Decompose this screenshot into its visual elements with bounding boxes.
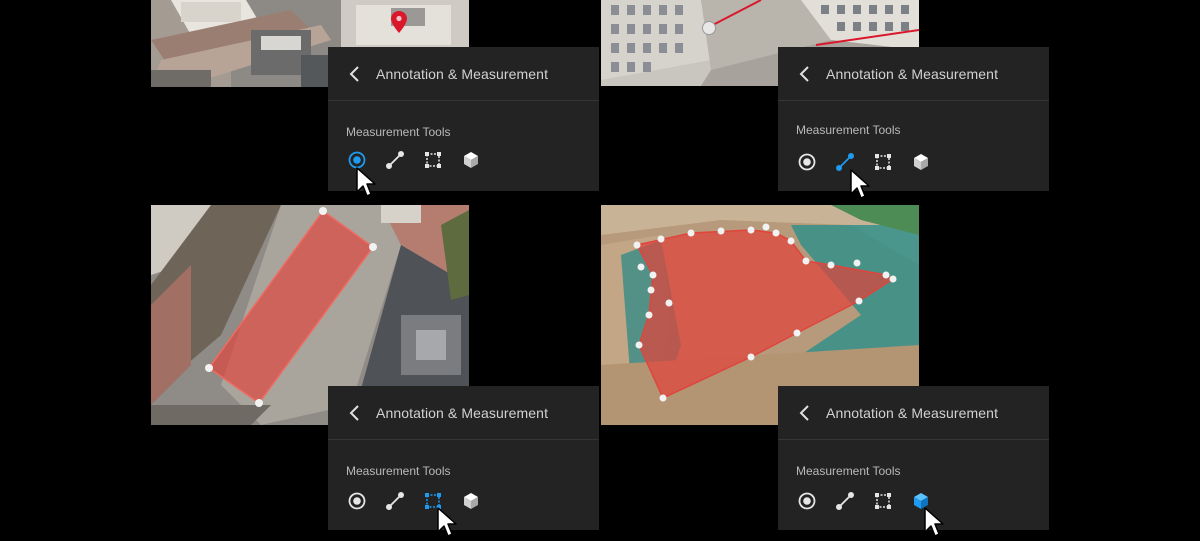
distance-measure-icon [836,492,854,510]
area-measure-button[interactable] [422,149,444,171]
measurement-tools-label: Measurement Tools [346,125,451,139]
panel-title: Annotation & Measurement [826,405,999,421]
distance-measure-button[interactable] [834,490,856,512]
back-chevron-icon[interactable] [798,65,812,83]
point-measure-button[interactable] [796,490,818,512]
volume-measure-button[interactable] [460,149,482,171]
point-measure-button[interactable] [346,149,368,171]
point-measure-button[interactable] [796,151,818,173]
panel-title: Annotation & Measurement [376,66,549,82]
volume-measure-icon [914,154,928,170]
panel-header: Annotation & Measurement [328,47,599,101]
area-measure-icon [425,493,441,509]
panel-title: Annotation & Measurement [826,66,999,82]
point-measure-icon [348,492,366,510]
volume-measure-button[interactable] [460,490,482,512]
distance-measure-icon [836,153,854,171]
volume-measure-icon [464,493,478,509]
annotation-panel-distance: Annotation & Measurement Measurement Too… [778,47,1049,191]
volume-measure-button[interactable] [910,490,932,512]
distance-measure-button[interactable] [384,490,406,512]
location-pin-icon[interactable] [391,11,407,33]
distance-measure-icon [386,151,404,169]
back-chevron-icon[interactable] [348,404,362,422]
point-measure-icon [798,492,816,510]
area-measure-icon [875,154,891,170]
measurement-tools-label: Measurement Tools [346,464,451,478]
area-measure-icon [875,493,891,509]
point-measure-button[interactable] [346,490,368,512]
panel-header: Annotation & Measurement [778,386,1049,440]
point-measure-icon [348,151,366,169]
panel-header: Annotation & Measurement [328,386,599,440]
area-measure-button[interactable] [872,490,894,512]
volume-measure-icon [914,493,928,509]
measurement-tools-label: Measurement Tools [796,123,901,137]
distance-measure-button[interactable] [834,151,856,173]
area-measure-button[interactable] [422,490,444,512]
area-measure-icon [425,152,441,168]
back-chevron-icon[interactable] [798,404,812,422]
area-measure-button[interactable] [872,151,894,173]
volume-measure-icon [464,152,478,168]
measure-point-marker[interactable] [702,21,716,35]
volume-measure-overlay[interactable] [635,229,895,400]
back-chevron-icon[interactable] [348,65,362,83]
annotation-panel-point: Annotation & Measurement Measurement Too… [328,47,599,191]
point-measure-icon [798,153,816,171]
panel-header: Annotation & Measurement [778,47,1049,101]
volume-measure-button[interactable] [910,151,932,173]
distance-measure-icon [386,492,404,510]
measurement-tools-label: Measurement Tools [796,464,901,478]
distance-measure-button[interactable] [384,149,406,171]
annotation-panel-area: Annotation & Measurement Measurement Too… [328,386,599,530]
annotation-panel-volume: Annotation & Measurement Measurement Too… [778,386,1049,530]
panel-title: Annotation & Measurement [376,405,549,421]
area-measure-overlay[interactable] [207,209,375,405]
